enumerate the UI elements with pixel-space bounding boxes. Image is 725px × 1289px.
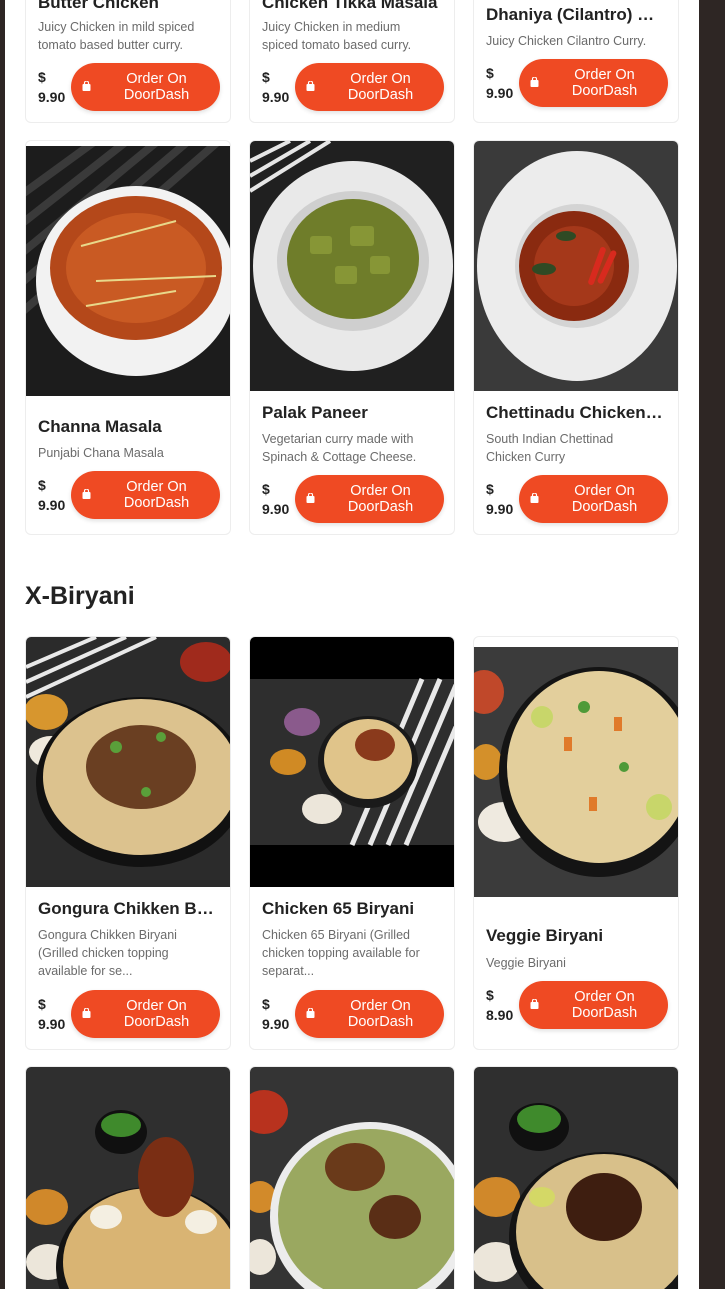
menu-card-dhaniya-chicken: Dhaniya (Cilantro) Chicken Juicy Chicken…: [473, 0, 679, 123]
item-title: Palak Paneer: [262, 403, 368, 422]
menu-card-butter-chicken: Butter Chicken Juicy Chicken in mild spi…: [25, 0, 231, 123]
section-title: X-Biryani: [25, 582, 135, 610]
bag-icon: [82, 1008, 91, 1018]
item-photo: [474, 647, 678, 897]
menu-page: Butter Chicken Juicy Chicken in mild spi…: [5, 0, 699, 1289]
item-price: $9.90: [486, 481, 514, 517]
item-price: $9.90: [38, 996, 66, 1032]
item-price: $9.90: [262, 481, 290, 517]
item-description: Juicy Chicken in mild spiced tomato base…: [38, 20, 195, 52]
menu-card-row4-3: [473, 1066, 679, 1289]
item-photo: [26, 637, 230, 887]
item-title: Veggie Biryani: [486, 926, 604, 945]
order-button-label: Order On DoorDash: [123, 998, 190, 1030]
bag-icon: [306, 81, 315, 91]
item-description: Veggie Biryani: [486, 956, 566, 970]
bag-icon: [306, 1008, 315, 1018]
order-button-label: Order On DoorDash: [123, 71, 190, 103]
item-price: $9.90: [38, 69, 66, 105]
item-title: Channa Masala: [38, 417, 162, 436]
item-photo: [26, 146, 230, 396]
bag-icon: [530, 493, 539, 503]
bag-icon: [530, 77, 539, 87]
item-title: Gongura Chikken Biryani: [38, 899, 218, 918]
order-button-label: Order On DoorDash: [571, 989, 638, 1021]
order-doordash-button[interactable]: Order On DoorDash: [295, 63, 444, 111]
order-doordash-button[interactable]: Order On DoorDash: [71, 990, 220, 1038]
item-photo: [250, 637, 454, 887]
order-button-label: Order On DoorDash: [571, 483, 638, 515]
bag-icon: [306, 493, 315, 503]
menu-card-row4-2: [249, 1066, 455, 1289]
bag-icon: [530, 999, 539, 1009]
order-doordash-button[interactable]: Order On DoorDash: [71, 471, 220, 519]
order-doordash-button[interactable]: Order On DoorDash: [295, 990, 444, 1038]
item-description: Chicken 65 Biryani (Grilled chicken topp…: [262, 928, 420, 978]
order-doordash-button[interactable]: Order On DoorDash: [71, 63, 220, 111]
item-photo: [474, 1067, 678, 1289]
menu-card-row4-1: [25, 1066, 231, 1289]
item-description: Vegetarian curry made with Spinach & Cot…: [262, 432, 417, 464]
item-description: Punjabi Chana Masala: [38, 446, 164, 460]
item-photo: [26, 1067, 230, 1289]
order-button-label: Order On DoorDash: [123, 479, 190, 511]
order-doordash-button[interactable]: Order On DoorDash: [519, 981, 668, 1029]
item-price: $9.90: [262, 69, 290, 105]
menu-card-chicken-65-biryani: Chicken 65 Biryani Chicken 65 Biryani (G…: [249, 636, 455, 1050]
item-title: Dhaniya (Cilantro) Chicken: [486, 5, 666, 24]
item-description: Juicy Chicken in medium spiced tomato ba…: [262, 20, 412, 52]
bag-icon: [82, 81, 91, 91]
order-button-label: Order On DoorDash: [347, 998, 414, 1030]
order-button-label: Order On DoorDash: [347, 71, 414, 103]
order-doordash-button[interactable]: Order On DoorDash: [519, 475, 668, 523]
menu-card-gongura-biryani: Gongura Chikken Biryani Gongura Chikken …: [25, 636, 231, 1050]
menu-card-chettinadu-chicken: Chettinadu Chicken Curry South Indian Ch…: [473, 140, 679, 535]
menu-card-veggie-biryani: Veggie Biryani Veggie Biryani $8.90 Orde…: [473, 636, 679, 1050]
item-description: South Indian Chettinad Chicken Curry: [486, 432, 614, 464]
item-price: $9.90: [38, 477, 66, 513]
item-photo: [474, 141, 678, 391]
item-title: Chicken Tikka Masala: [262, 0, 438, 12]
menu-card-chicken-tikka-masala: Chicken Tikka Masala Juicy Chicken in me…: [249, 0, 455, 123]
item-title: Butter Chicken: [38, 0, 159, 12]
item-price: $8.90: [486, 987, 514, 1023]
item-description: Juicy Chicken Cilantro Curry.: [486, 34, 647, 48]
order-button-label: Order On DoorDash: [571, 67, 638, 99]
menu-card-channa-masala: Channa Masala Punjabi Chana Masala $9.90…: [25, 140, 231, 535]
item-description: Gongura Chikken Biryani (Grilled chicken…: [38, 928, 177, 978]
item-price: $9.90: [262, 996, 290, 1032]
order-button-label: Order On DoorDash: [347, 483, 414, 515]
bag-icon: [82, 489, 91, 499]
menu-card-palak-paneer: Palak Paneer Vegetarian curry made with …: [249, 140, 455, 535]
item-photo: [250, 141, 454, 391]
item-price: $9.90: [486, 65, 514, 101]
order-doordash-button[interactable]: Order On DoorDash: [295, 475, 444, 523]
order-doordash-button[interactable]: Order On DoorDash: [519, 59, 668, 107]
item-title: Chicken 65 Biryani: [262, 899, 415, 918]
item-title: Chettinadu Chicken Curry: [486, 403, 666, 422]
item-photo: [250, 1067, 454, 1289]
